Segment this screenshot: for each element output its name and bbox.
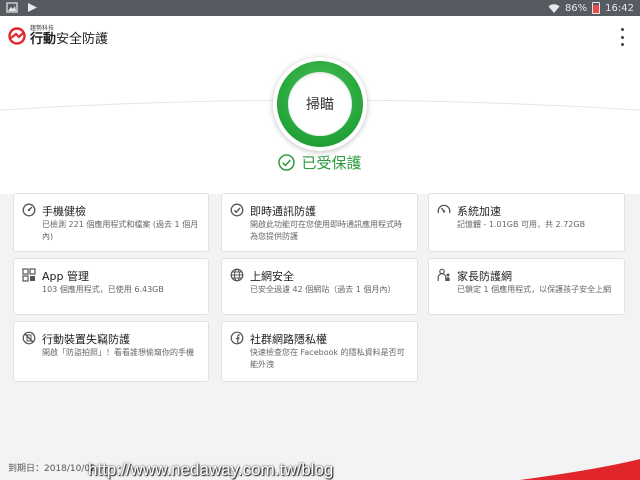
status-text: 已受保護 xyxy=(301,153,362,172)
battery-icon xyxy=(592,2,601,14)
facebook-icon xyxy=(230,331,244,345)
app-title: 行動安全防護 xyxy=(30,32,109,47)
battery-percent: 86% xyxy=(564,2,588,14)
lost-device-icon xyxy=(22,331,36,345)
card-parental-controls[interactable]: 家長防護網 已鎖定 1 個應用程式，以保護孩子安全上網 xyxy=(428,258,625,315)
app-grid-icon xyxy=(22,268,36,282)
card-desc: 開啟「防盜拍照」！看看誰想偷窺你的手機 xyxy=(42,348,194,357)
check-circle-icon xyxy=(278,153,296,171)
app-logo: 趨勢科技 行動安全防護 xyxy=(8,26,108,46)
card-desc: 已檢測 221 個應用程式和檔案 (過去 1 個月內) xyxy=(42,220,199,241)
globe-icon xyxy=(230,268,244,282)
card-title: App 管理 xyxy=(42,270,89,283)
card-desc: 103 個應用程式，已使用 6.43GB xyxy=(42,285,164,294)
chat-shield-icon xyxy=(230,203,244,217)
card-title: 即時通訊防護 xyxy=(250,205,316,218)
scan-label: 掃瞄 xyxy=(288,72,352,136)
card-title: 社群網路隱私權 xyxy=(250,333,327,346)
speed-gauge-icon xyxy=(437,204,451,214)
card-title: 手機健檢 xyxy=(42,205,86,218)
play-store-notification-icon xyxy=(28,3,37,12)
card-social-privacy[interactable]: 社群網路隱私權 快速檢查您在 Facebook 的隱私資料是否可能外洩 xyxy=(221,321,418,382)
card-desc: 已鎖定 1 個應用程式，以保護孩子安全上網 xyxy=(457,285,612,294)
app-bar: 趨勢科技 行動安全防護 xyxy=(0,16,640,56)
watermark: http://www.nedaway.com.tw/blog xyxy=(88,460,334,479)
card-lost-device[interactable]: 行動裝置失竊防護 開啟「防盜拍照」！看看誰想偷窺你的手機 xyxy=(13,321,209,382)
card-title: 系統加速 xyxy=(457,205,501,218)
card-desc: 記憶體 - 1.01GB 可用，共 2.72GB xyxy=(457,220,586,229)
parent-child-icon xyxy=(437,268,450,281)
card-desc: 已安全過濾 42 個網站（過去 1 個月內） xyxy=(250,285,396,294)
card-web-safety[interactable]: 上網安全 已安全過濾 42 個網站（過去 1 個月內） xyxy=(221,258,418,315)
scan-button[interactable]: 掃瞄 xyxy=(273,57,367,151)
photo-notification-icon xyxy=(6,2,18,13)
card-app-manager[interactable]: App 管理 103 個應用程式，已使用 6.43GB xyxy=(13,258,209,315)
trend-micro-logo-icon xyxy=(8,27,26,45)
card-title: 行動裝置失竊防護 xyxy=(42,333,130,346)
card-phone-checkup[interactable]: 手機健檢 已檢測 221 個應用程式和檔案 (過去 1 個月內) xyxy=(13,193,209,252)
expiry-date: 到期日：2018/10/02 xyxy=(8,464,96,474)
card-desc: 開啟此功能可在您使用即時通訊應用程式時為您提供防護 xyxy=(250,220,402,241)
wifi-icon xyxy=(548,3,560,13)
protection-status: 已受保護 xyxy=(0,151,640,173)
card-im-protection[interactable]: 即時通訊防護 開啟此功能可在您使用即時通訊應用程式時為您提供防護 xyxy=(221,193,418,252)
card-title: 家長防護網 xyxy=(457,270,512,283)
card-system-boost[interactable]: 系統加速 記憶體 - 1.01GB 可用，共 2.72GB xyxy=(428,193,625,252)
card-desc: 快速檢查您在 Facebook 的隱私資料是否可能外洩 xyxy=(250,348,405,369)
more-vert-icon[interactable] xyxy=(618,28,626,46)
card-title: 上網安全 xyxy=(250,270,294,283)
status-bar: 86% 16:42 xyxy=(0,0,640,16)
clock: 16:42 xyxy=(605,2,634,14)
brand-swoosh xyxy=(520,459,640,480)
gauge-icon xyxy=(22,203,36,217)
